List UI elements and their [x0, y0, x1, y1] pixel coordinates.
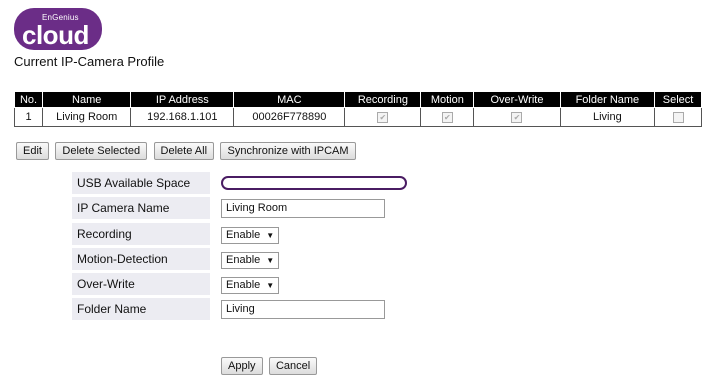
col-header-mac: MAC — [233, 91, 346, 108]
recording-select[interactable]: Enable ▼ — [221, 226, 280, 244]
col-header-overwrite: Over-Write — [473, 91, 561, 108]
form-actions: Apply Cancel — [221, 356, 319, 375]
folder-name-label: Folder Name — [72, 298, 210, 321]
overwrite-checkbox: ✔ — [511, 111, 523, 123]
table-actions: Edit Delete Selected Delete All Synchron… — [16, 141, 358, 160]
cell-motion: ✔ — [420, 107, 475, 127]
col-header-motion: Motion — [420, 91, 475, 108]
cell-no: 1 — [13, 107, 44, 127]
cell-mac: 00026F778890 — [233, 107, 346, 127]
dropdown-arrow-icon: ▼ — [266, 281, 275, 291]
recording-checkbox: ✔ — [377, 111, 389, 123]
motion-detection-label: Motion-Detection — [72, 247, 210, 270]
overwrite-label: Over-Write — [72, 273, 210, 296]
overwrite-select[interactable]: Enable ▼ — [221, 277, 280, 295]
col-header-select: Select — [654, 91, 702, 108]
engenius-cloud-logo: EnGenius cloud — [14, 8, 102, 50]
col-header-recording: Recording — [344, 91, 422, 108]
folder-name-input[interactable]: Living — [221, 300, 385, 320]
cell-select — [654, 107, 702, 127]
edit-button[interactable]: Edit — [16, 142, 49, 160]
select-checkbox[interactable] — [672, 111, 684, 123]
cell-folder: Living — [559, 107, 656, 127]
recording-select-value: Enable — [226, 228, 261, 241]
delete-all-button[interactable]: Delete All — [153, 142, 215, 160]
usb-space-label: USB Available Space — [72, 172, 210, 194]
motion-detection-select[interactable]: Enable ▼ — [221, 251, 280, 269]
dropdown-arrow-icon: ▼ — [266, 230, 275, 240]
col-header-folder: Folder Name — [559, 91, 656, 108]
overwrite-select-value: Enable — [226, 279, 261, 292]
camera-name-label: IP Camera Name — [72, 197, 210, 220]
camera-table: No. Name IP Address MAC Recording Motion… — [13, 91, 702, 127]
motion-select-value: Enable — [226, 253, 261, 266]
recording-label: Recording — [72, 222, 210, 245]
camera-settings-form: USB Available Space IP Camera Name Livin… — [72, 172, 407, 324]
dropdown-arrow-icon: ▼ — [266, 255, 275, 265]
table-row: 1 Living Room 192.168.1.101 00026F778890… — [13, 107, 702, 127]
table-header-row: No. Name IP Address MAC Recording Motion… — [13, 91, 702, 108]
cell-overwrite: ✔ — [473, 107, 561, 127]
usb-space-bar — [221, 176, 407, 190]
col-header-no: No. — [13, 91, 44, 108]
delete-selected-button[interactable]: Delete Selected — [55, 142, 148, 160]
cell-ip: 192.168.1.101 — [130, 107, 235, 127]
page-title: Current IP-Camera Profile — [14, 54, 165, 69]
apply-button[interactable]: Apply — [221, 357, 263, 375]
cell-name: Living Room — [42, 107, 132, 127]
synchronize-button[interactable]: Synchronize with IPCAM — [220, 142, 356, 160]
cancel-button[interactable]: Cancel — [268, 357, 318, 375]
col-header-ip: IP Address — [130, 91, 235, 108]
cell-recording: ✔ — [344, 107, 422, 127]
col-header-name: Name — [42, 91, 132, 108]
camera-name-input[interactable]: Living Room — [221, 199, 385, 219]
logo-brand-big: cloud — [22, 20, 89, 50]
motion-checkbox: ✔ — [441, 111, 453, 123]
